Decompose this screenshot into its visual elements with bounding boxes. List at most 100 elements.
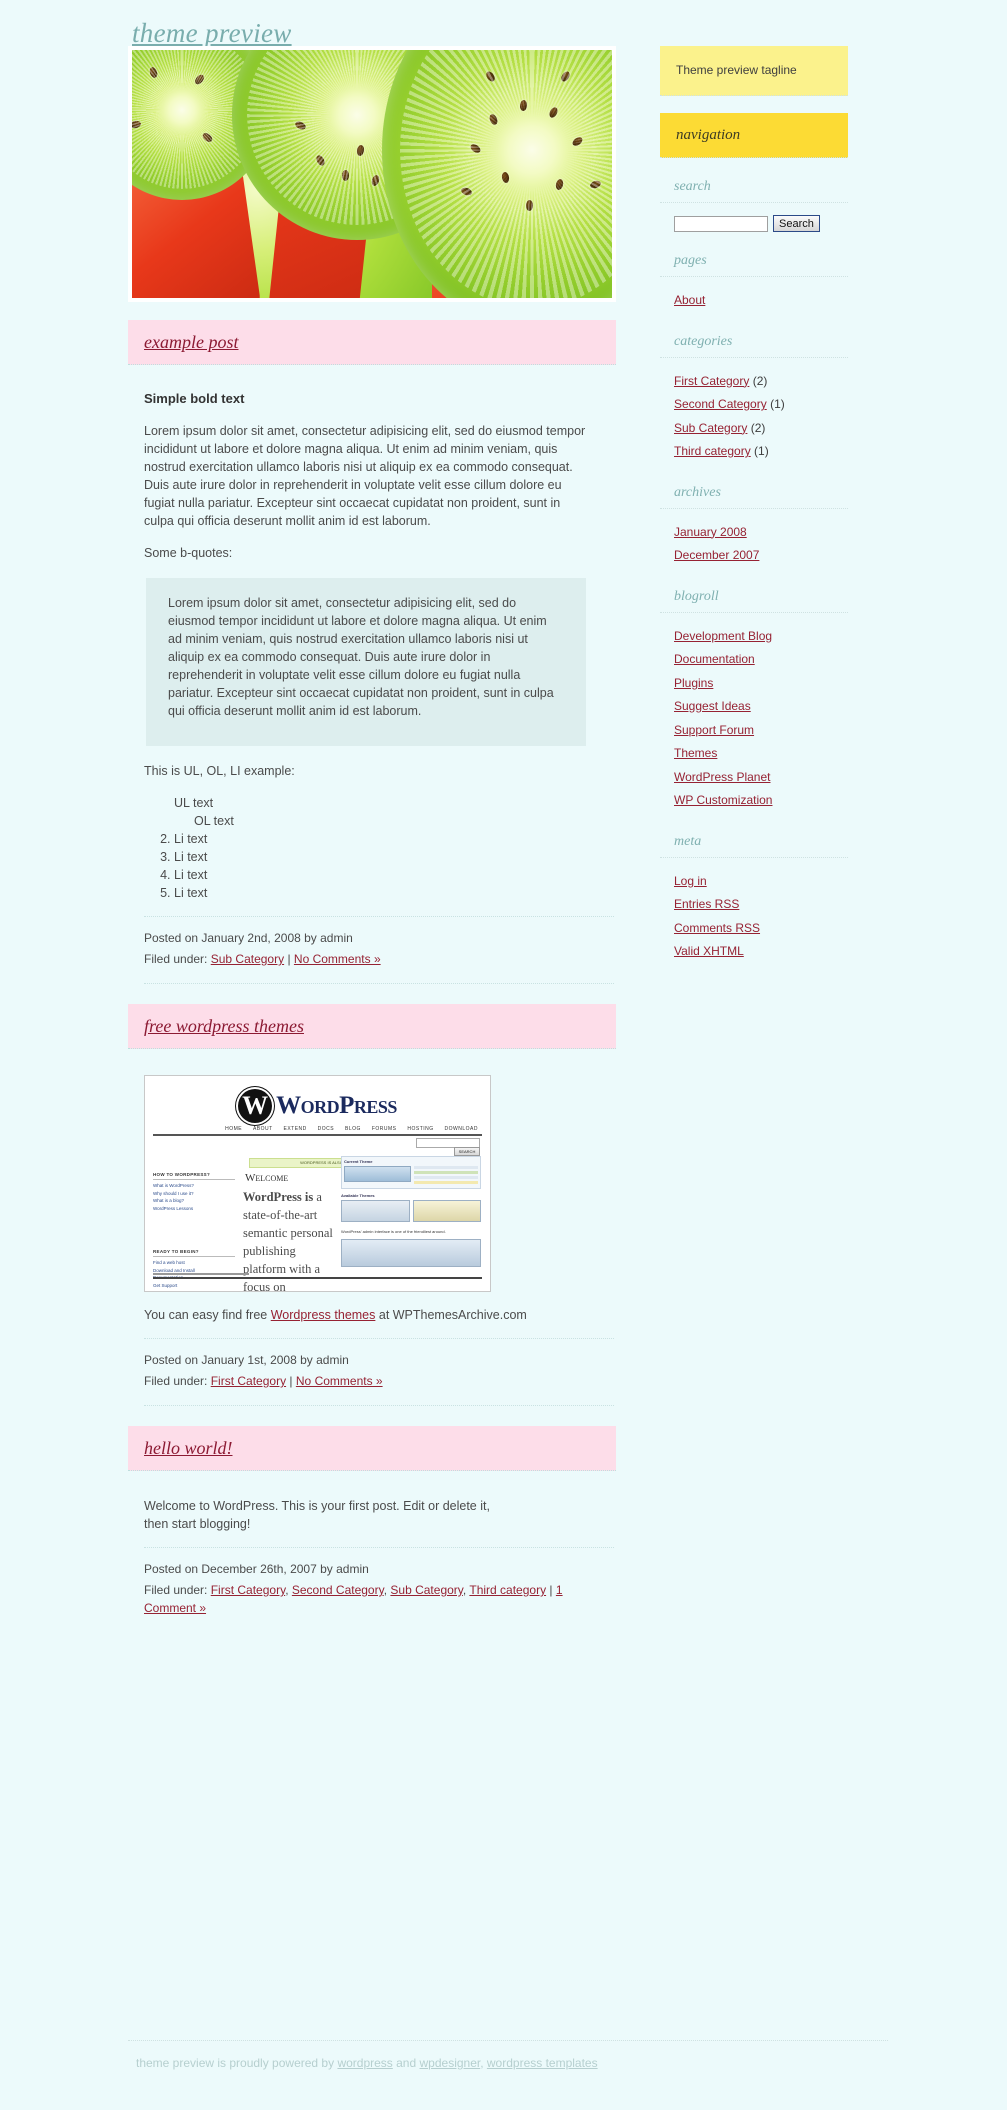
post-body: Welcome to WordPress. This is your first… [128, 1471, 616, 1617]
category-count: (1) [770, 397, 785, 411]
filed-under-label: Filed under: [144, 952, 208, 966]
post-article: hello world! Welcome to WordPress. This … [128, 1426, 640, 1617]
page-link-about[interactable]: About [674, 293, 705, 307]
blogroll-link[interactable]: Documentation [674, 652, 755, 666]
sidebar-heading-categories: categories [660, 334, 848, 358]
category-link[interactable]: Sub Category [674, 421, 747, 435]
category-link[interactable]: Second Category [674, 397, 767, 411]
category-link[interactable]: First Category [211, 1583, 285, 1597]
category-count: (2) [752, 373, 768, 388]
wp-nav-item: BLOG [345, 1126, 361, 1132]
post-filed-under: Filed under: First Category, Second Cate… [144, 1583, 563, 1615]
list-item: Li text [174, 848, 588, 866]
search-input[interactable] [674, 215, 768, 232]
sidebar-section-categories: categories First Category (2) Second Cat… [660, 334, 848, 464]
categories-list: First Category (2) Second Category (1) S… [660, 358, 848, 464]
list-item: OL text [194, 814, 234, 828]
post-filed-under: Filed under: First Category | No Comment… [144, 1372, 614, 1390]
post-meta: Posted on January 2nd, 2008 by admin Fil… [144, 916, 614, 968]
archive-link[interactable]: December 2007 [674, 548, 759, 562]
site-title-link[interactable]: theme preview [132, 18, 292, 48]
list-item: Documentation [674, 648, 848, 672]
wp-footer-rule [153, 1277, 482, 1279]
meta-separator: | [289, 1374, 293, 1388]
post-title-bar: free wordpress themes [128, 1004, 616, 1049]
blogroll-link[interactable]: WordPress Planet [674, 770, 771, 784]
meta-link-comments-rss[interactable]: Comments RSS [674, 921, 760, 935]
post-subheading: Simple bold text [144, 391, 245, 406]
comments-link[interactable]: No Comments » [294, 952, 381, 966]
post-article: free wordpress themes W WordPress HOME A… [128, 1004, 640, 1406]
blogroll-link[interactable]: Development Blog [674, 629, 772, 643]
wp-nav-item: EXTEND [283, 1126, 307, 1132]
archives-list: January 2008 December 2007 [660, 509, 848, 568]
post-blockquote: Lorem ipsum dolor sit amet, consectetur … [146, 578, 586, 746]
comments-link[interactable]: No Comments » [296, 1374, 383, 1388]
blockquote-text: Lorem ipsum dolor sit amet, consectetur … [168, 596, 554, 718]
category-count: (1) [754, 444, 769, 458]
post-title-link[interactable]: example post [144, 332, 238, 352]
post-date: Posted on January 2nd, 2008 by admin [144, 931, 353, 945]
category-link[interactable]: First Category [211, 1374, 286, 1388]
header-kiwi-image [128, 46, 616, 302]
category-link[interactable]: Second Category [292, 1583, 384, 1597]
category-link[interactable]: Third category [469, 1583, 546, 1597]
wp-lead: WordPress is [243, 1190, 314, 1204]
site-footer: theme preview is proudly powered by word… [128, 2040, 888, 2070]
archive-link[interactable]: January 2008 [674, 525, 747, 539]
list-item: Themes [674, 742, 848, 766]
wp-left-heading: HOW TO WORDPRESS? [153, 1172, 235, 1180]
category-link[interactable]: First Category [674, 374, 749, 388]
category-link[interactable]: Sub Category [390, 1583, 463, 1597]
wp-left-item: What is WordPress? [153, 1183, 194, 1188]
category-link[interactable]: Third category [674, 444, 751, 458]
footer-mid-2: , [480, 2056, 487, 2070]
sidebar-heading-search: search [660, 179, 848, 203]
blogroll-link[interactable]: Support Forum [674, 723, 754, 737]
unordered-list: UL text [144, 794, 588, 812]
main-content: example post Simple bold text Lorem ipsu… [128, 46, 640, 1620]
list-item: Li text [174, 866, 588, 884]
blogroll-link[interactable]: Suggest Ideas [674, 699, 751, 713]
sidebar-section-blogroll: blogroll Development Blog Documentation … [660, 589, 848, 813]
footer-credit: theme preview is proudly powered by word… [128, 2056, 888, 2070]
wp-nav-item: HOSTING [407, 1126, 434, 1132]
list-item: Valid XHTML [674, 940, 848, 964]
footer-mid: and [392, 2056, 420, 2070]
meta-link-entries-rss[interactable]: Entries RSS [674, 897, 739, 911]
sidebar-heading-meta: meta [660, 834, 848, 858]
wp-current-theme-title: Current Theme [344, 1159, 373, 1164]
ordered-list: OL text Li text Li text Li text Li text [144, 812, 588, 902]
sidebar-section-pages: pages About [660, 253, 848, 313]
blogroll-link[interactable]: WP Customization [674, 793, 772, 807]
category-link[interactable]: Sub Category [211, 952, 284, 966]
sidebar-section-search: search Search [660, 179, 848, 232]
post-filed-under: Filed under: Sub Category | No Comments … [144, 950, 614, 968]
footer-link-wordpress[interactable]: wordpress [337, 2056, 392, 2070]
search-button[interactable]: Search [773, 215, 820, 232]
wordpress-themes-link[interactable]: Wordpress themes [271, 1308, 376, 1322]
post-title-link[interactable]: hello world! [144, 1438, 233, 1458]
blogroll-link[interactable]: Plugins [674, 676, 713, 690]
post-divider [144, 982, 614, 984]
list-item: Li text [174, 884, 588, 902]
post-paragraph: Lorem ipsum dolor sit amet, consectetur … [144, 424, 586, 528]
filed-under-label: Filed under: [144, 1583, 208, 1597]
post-title-link[interactable]: free wordpress themes [144, 1016, 304, 1036]
wp-left-item: Why should I use it? [153, 1190, 194, 1196]
list-item: Log in [674, 870, 848, 894]
navigation-title: navigation [676, 127, 741, 143]
blockquote-intro: Some b-quotes: [144, 546, 233, 560]
meta-link-valid-xhtml[interactable]: Valid XHTML [674, 944, 744, 958]
kiwi-seeds [382, 50, 612, 298]
meta-link-login[interactable]: Log in [674, 874, 707, 888]
list-item: Li text [174, 830, 588, 848]
footer-link-wpdesigner[interactable]: wpdesigner [420, 2056, 481, 2070]
blogroll-link[interactable]: Themes [674, 746, 717, 760]
wp-nav-item: DOCS [317, 1126, 335, 1132]
caption-suffix: at WPThemesArchive.com [375, 1308, 527, 1322]
navigation-box[interactable]: navigation [660, 113, 848, 158]
footer-link-wordpress-templates[interactable]: wordpress templates [487, 2056, 598, 2070]
meta-separator: | [287, 952, 291, 966]
sidebar: Theme preview tagline navigation search … [660, 46, 890, 964]
